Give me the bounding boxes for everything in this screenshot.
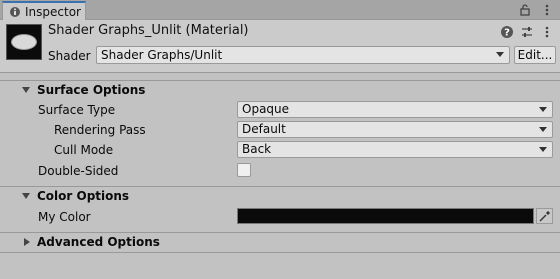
material-header: Shader Graphs_Unlit (Material) ? Shader … [0,20,560,73]
info-icon [9,6,21,18]
shader-dropdown[interactable]: Shader Graphs/Unlit [96,46,510,64]
my-color-label: My Color [38,210,91,224]
preset-sliders-icon[interactable] [520,25,534,42]
section-title: Color Options [37,189,130,203]
advanced-options-header[interactable]: Advanced Options [0,232,560,252]
foldout-expanded-icon [22,193,30,199]
rendering-pass-value: Default [242,122,286,136]
cull-mode-label: Cull Mode [54,143,114,157]
tab-bar: Inspector [0,0,560,21]
preview-sphere [11,34,37,50]
tab-label: Inspector [25,5,81,19]
edit-shader-button[interactable]: Edit... [514,46,556,64]
kebab-menu-icon[interactable] [540,25,554,42]
section-title: Surface Options [37,83,146,97]
shader-value: Shader Graphs/Unlit [101,48,223,62]
section-title: Advanced Options [37,235,160,249]
my-color-swatch[interactable] [237,208,534,224]
surface-type-label: Surface Type [38,103,116,117]
chevron-down-icon [496,52,504,57]
surface-type-value: Opaque [242,102,290,116]
shader-label: Shader [48,49,91,63]
divider [0,252,560,253]
chevron-down-icon [539,127,547,132]
chevron-down-icon [539,107,547,112]
material-title: Shader Graphs_Unlit (Material) [48,23,249,38]
rendering-pass-dropdown[interactable]: Default [237,121,553,138]
cull-mode-value: Back [242,142,272,156]
eyedropper-icon [539,211,550,222]
lock-icon[interactable] [518,3,532,17]
surface-options-header[interactable]: Surface Options [0,80,560,100]
cull-mode-dropdown[interactable]: Back [237,141,553,158]
surface-type-dropdown[interactable]: Opaque [237,101,553,118]
kebab-menu-icon[interactable] [540,3,554,17]
foldout-expanded-icon [22,87,30,93]
double-sided-checkbox[interactable] [237,163,251,177]
inspector-tab[interactable]: Inspector [2,1,86,21]
color-options-header[interactable]: Color Options [0,186,560,206]
chevron-down-icon [539,147,547,152]
svg-text:?: ? [504,28,510,39]
double-sided-label: Double-Sided [38,164,119,178]
eyedropper-button[interactable] [536,208,553,224]
foldout-collapsed-icon [24,238,30,246]
help-icon[interactable]: ? [500,25,514,42]
rendering-pass-label: Rendering Pass [54,123,146,137]
material-preview-thumbnail [6,24,42,60]
